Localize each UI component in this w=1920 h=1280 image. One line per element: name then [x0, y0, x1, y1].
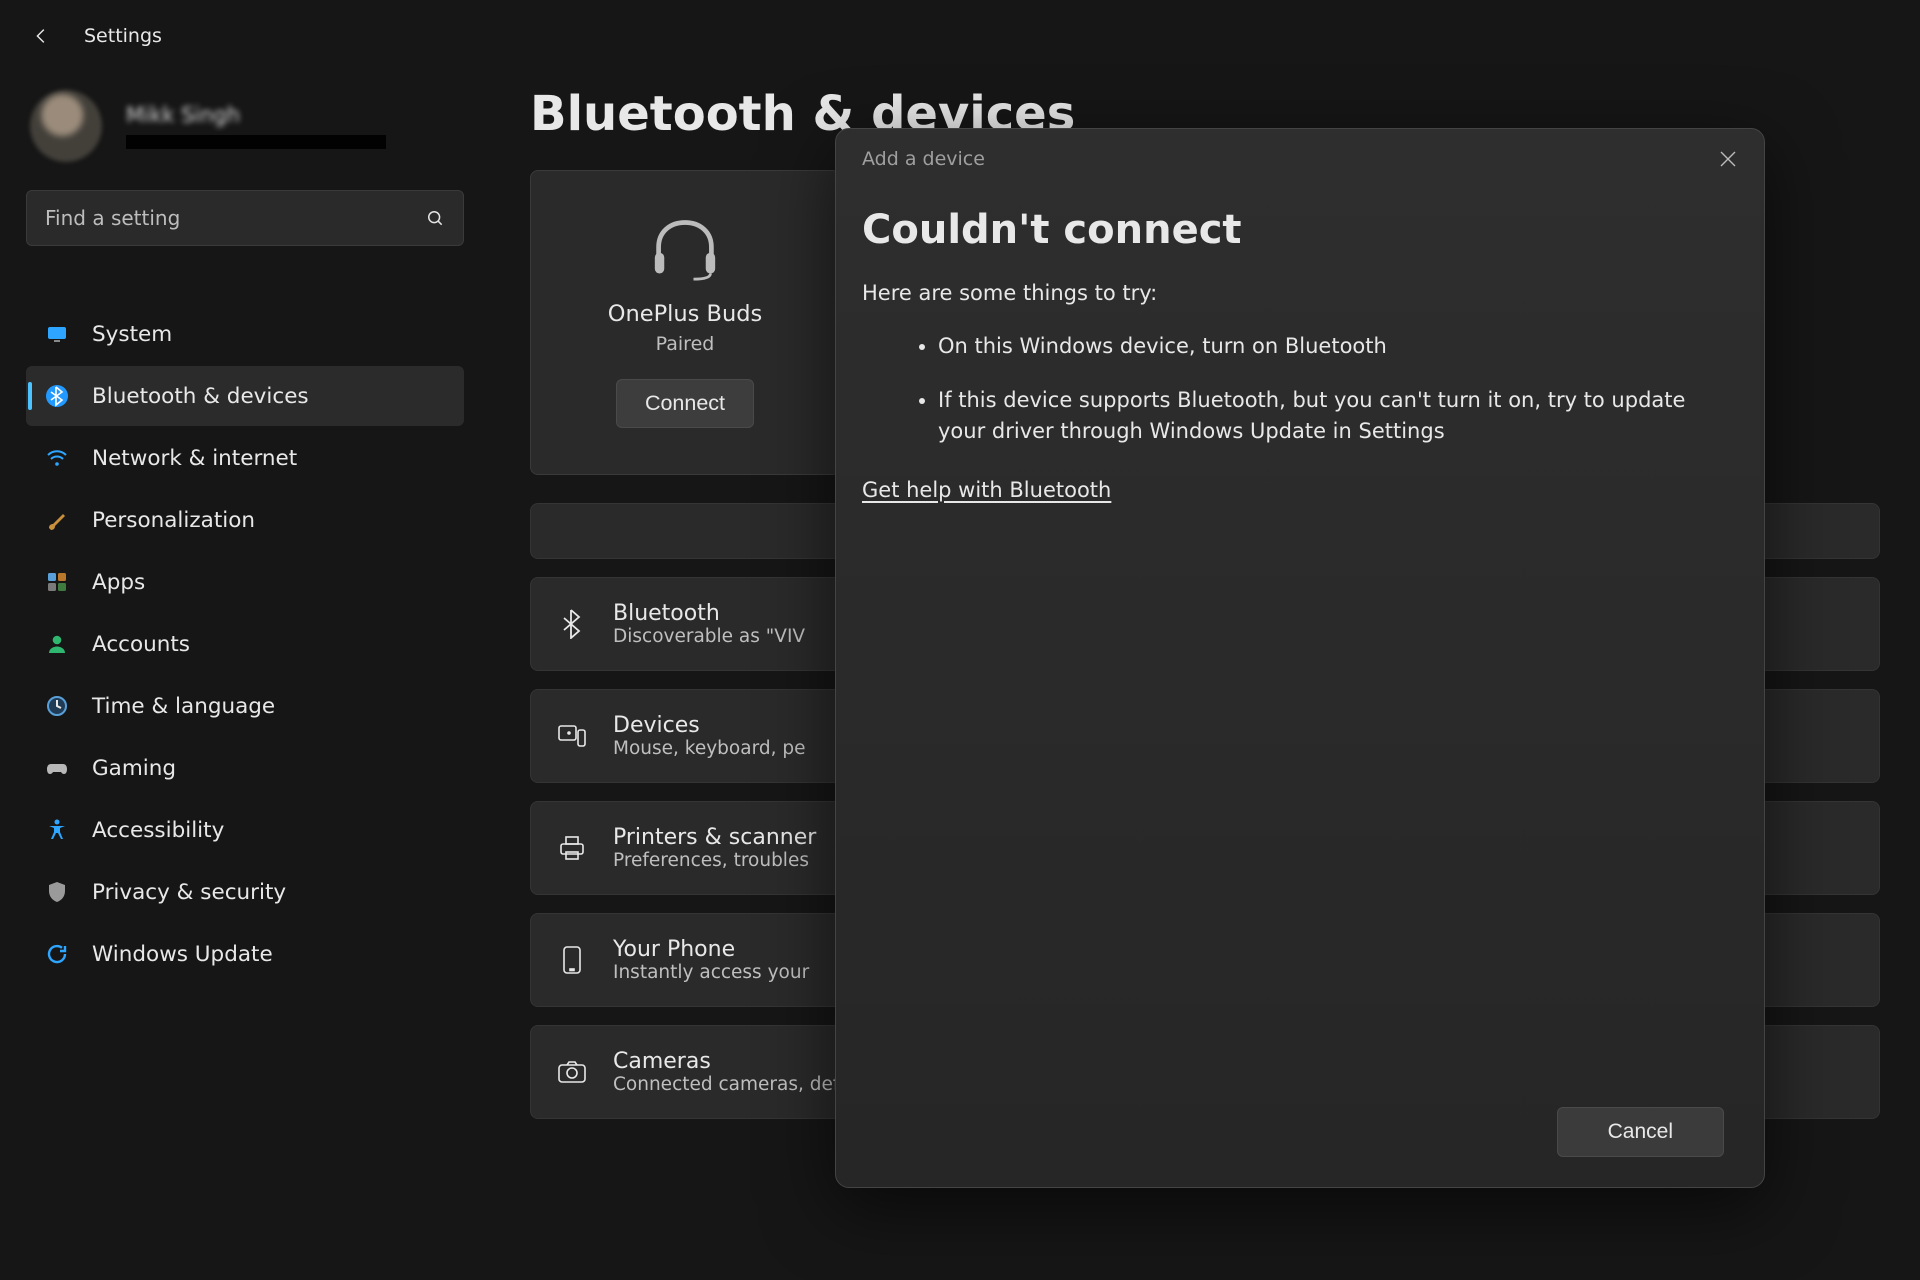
tip-item: If this device supports Bluetooth, but y…	[938, 385, 1738, 448]
dialog-breadcrumb: Add a device	[862, 148, 985, 170]
dialog-title: Couldn't connect	[862, 207, 1738, 253]
tips-list: On this Windows device, turn on Bluetoot…	[862, 331, 1738, 448]
tip-item: On this Windows device, turn on Bluetoot…	[938, 331, 1738, 363]
dialog-intro: Here are some things to try:	[862, 281, 1738, 305]
cancel-button[interactable]: Cancel	[1557, 1107, 1724, 1157]
add-device-dialog: Add a device Couldn't connect Here are s…	[835, 128, 1765, 1188]
close-icon	[1719, 150, 1737, 168]
close-button[interactable]	[1714, 145, 1742, 173]
help-link[interactable]: Get help with Bluetooth	[862, 478, 1111, 502]
